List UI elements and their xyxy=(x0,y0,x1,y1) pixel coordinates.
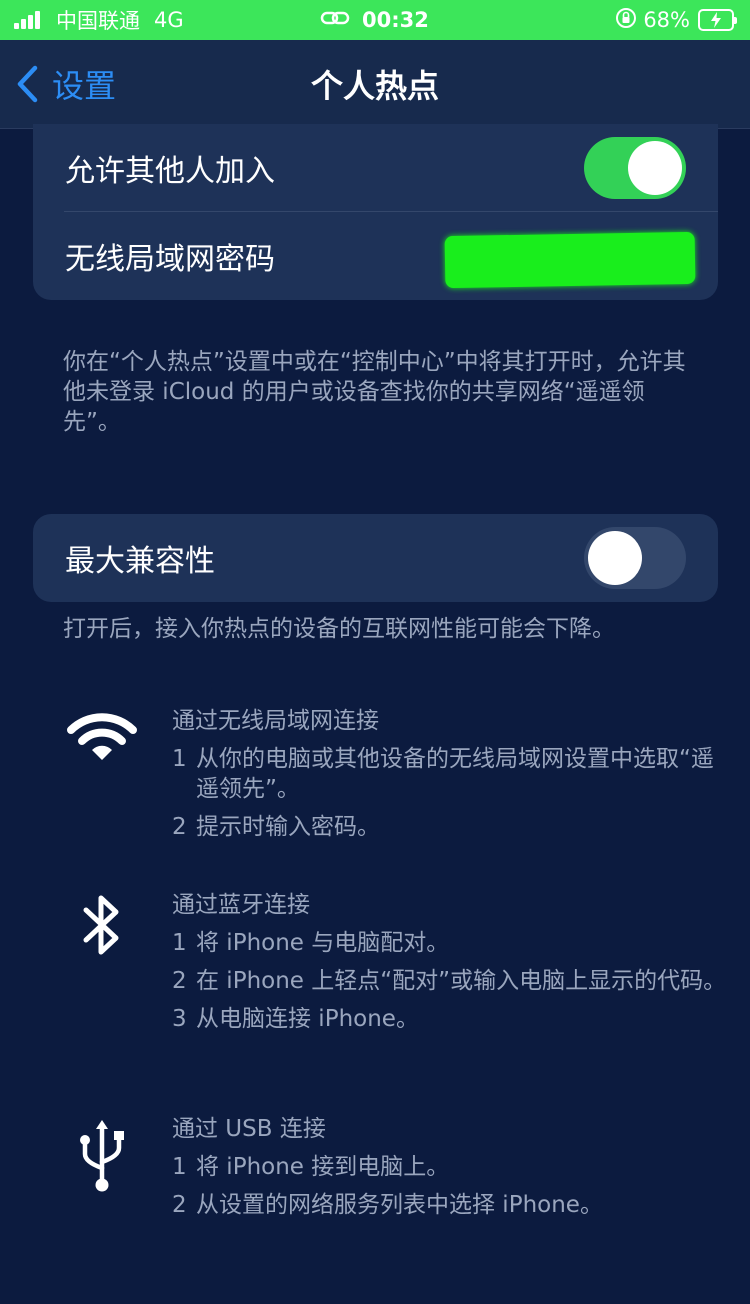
compatibility-group: 最大兼容性 xyxy=(33,514,718,602)
hotspot-footer-note: 你在“个人热点”设置中或在“控制中心”中将其打开时，允许其他未登录 iCloud… xyxy=(63,349,686,435)
max-compat-label: 最大兼容性 xyxy=(65,544,215,579)
bluetooth-steps: 1 将 iPhone 与电脑配对。 2 在 iPhone 上轻点“配对”或输入电… xyxy=(172,928,732,1042)
usb-steps: 1 将 iPhone 接到电脑上。 2 从设置的网络服务列表中选择 iPhone… xyxy=(172,1152,732,1228)
compat-footer-note: 打开后，接入你热点的设备的互联网性能可能会下降。 xyxy=(63,616,615,642)
orientation-lock-icon xyxy=(615,7,637,34)
list-item: 1 从你的电脑或其他设备的无线局域网设置中选取“遥遥领先”。 xyxy=(172,746,714,802)
list-item: 1 将 iPhone 与电脑配对。 xyxy=(172,930,450,956)
max-compat-row: 最大兼容性 xyxy=(33,514,718,602)
list-item: 1 将 iPhone 接到电脑上。 xyxy=(172,1154,450,1180)
max-compat-toggle[interactable] xyxy=(584,527,686,589)
chevron-left-icon xyxy=(17,65,38,103)
list-item: 2 在 iPhone 上轻点“配对”或输入电脑上显示的代码。 xyxy=(172,968,727,994)
method-title: 通过蓝牙连接 xyxy=(172,892,310,918)
battery-charging-icon xyxy=(698,9,737,31)
navigation-bar: 设置 个人热点 xyxy=(0,40,750,129)
allow-others-row: 允许其他人加入 xyxy=(33,124,718,212)
password-redaction-mark xyxy=(444,231,696,289)
list-item: 3 从电脑连接 iPhone。 xyxy=(172,1006,419,1032)
wifi-icon xyxy=(66,710,138,762)
method-title: 通过无线局域网连接 xyxy=(172,708,379,734)
toggle-knob xyxy=(588,531,642,585)
hotspot-settings-group: 允许其他人加入 无线局域网密码 xyxy=(33,124,718,300)
status-bar: 中国联通 4G 00:32 68% xyxy=(0,0,750,40)
toggle-knob xyxy=(628,141,682,195)
wifi-password-row[interactable]: 无线局域网密码 xyxy=(33,212,718,300)
signal-icon xyxy=(14,11,42,29)
wifi-steps: 1 从你的电脑或其他设备的无线局域网设置中选取“遥遥领先”。 2 提示时输入密码… xyxy=(172,744,732,850)
hotspot-link-icon xyxy=(320,8,350,33)
battery-percent: 68% xyxy=(643,8,690,32)
bluetooth-icon xyxy=(66,894,138,956)
back-button-label: 设置 xyxy=(52,67,117,105)
usb-icon xyxy=(66,1118,138,1194)
carrier-name: 中国联通 xyxy=(56,9,140,33)
wifi-password-label: 无线局域网密码 xyxy=(65,242,275,277)
list-item: 2 提示时输入密码。 xyxy=(172,814,380,840)
network-type: 4G xyxy=(154,8,184,32)
list-item: 2 从设置的网络服务列表中选择 iPhone。 xyxy=(172,1192,603,1218)
status-time: 00:32 xyxy=(362,8,429,32)
back-button[interactable]: 设置 xyxy=(16,40,116,128)
allow-others-label: 允许其他人加入 xyxy=(65,154,275,189)
method-title: 通过 USB 连接 xyxy=(172,1116,326,1142)
allow-others-toggle[interactable] xyxy=(584,137,686,199)
